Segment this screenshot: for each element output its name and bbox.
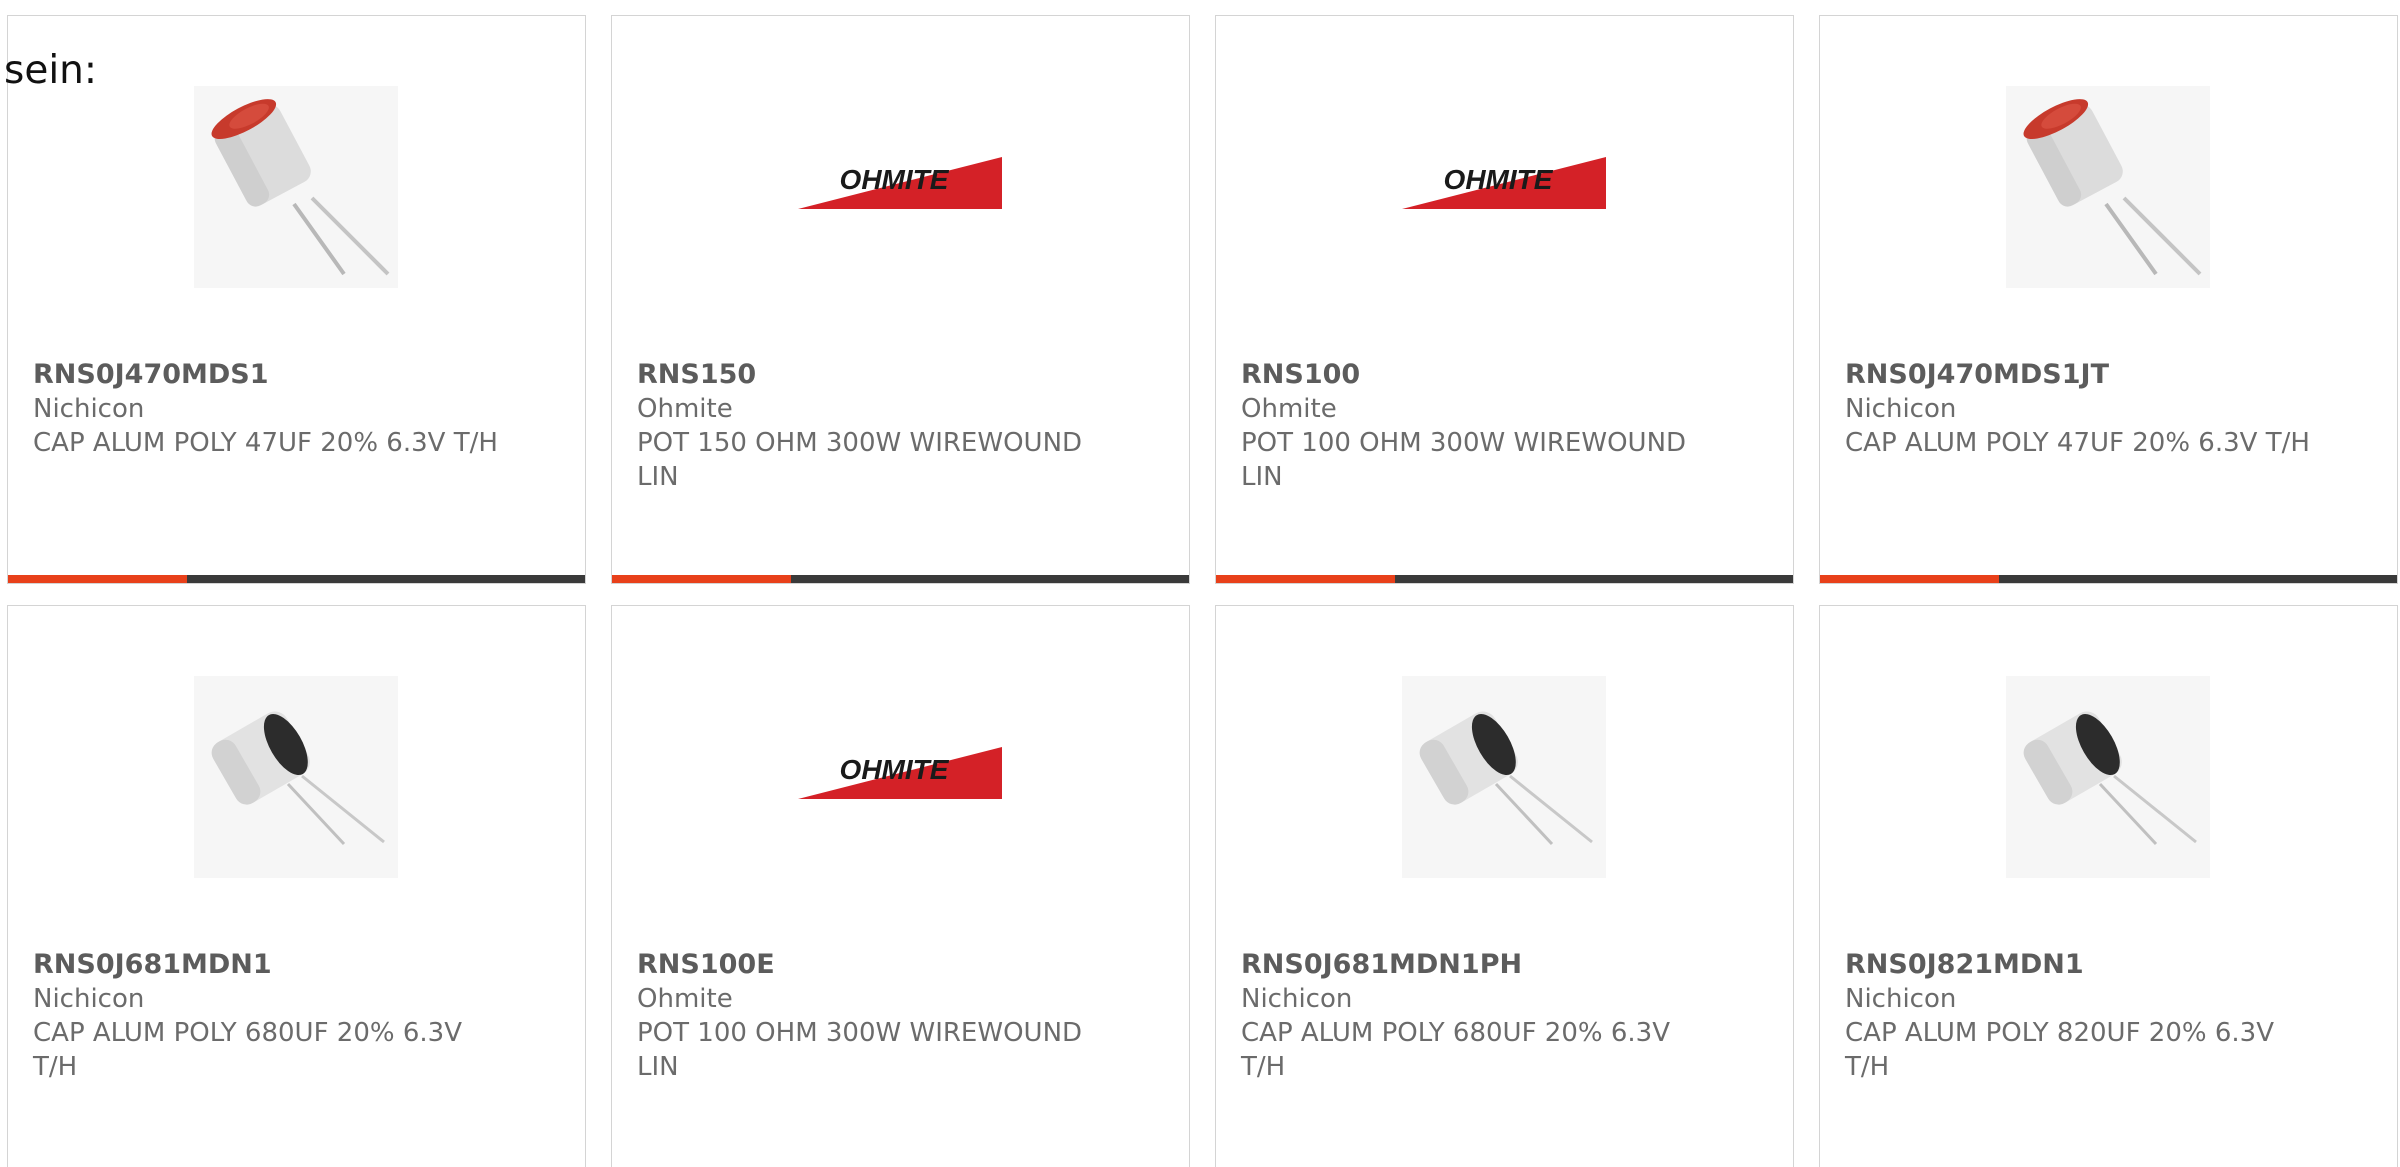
manufacturer: Nichicon	[1845, 394, 1957, 424]
capacitor-tall-photo-icon	[194, 86, 398, 288]
ohmite-logo-icon: OHMITE	[1402, 157, 1606, 209]
product-image[interactable]: OHMITE	[1402, 86, 1606, 288]
ohmite-logo-icon: OHMITE	[798, 747, 1002, 799]
product-card[interactable]: OHMITE RNS100 Ohmite POT 100 OHM 300W WI…	[1215, 15, 1794, 584]
description: POT 100 OHM 300W WIREWOUND LIN	[637, 1018, 1083, 1082]
capacitor-short-photo-icon	[2006, 676, 2210, 878]
capacitor-short-photo-icon	[194, 676, 398, 878]
part-number[interactable]: RNS0J470MDS1JT	[1845, 359, 2109, 390]
product-card[interactable]: OHMITE RNS150 Ohmite POT 150 OHM 300W WI…	[611, 15, 1190, 584]
progress-fill	[1216, 575, 1395, 583]
progress-bar	[8, 575, 585, 583]
product-card[interactable]: RNS0J470MDS1 Nichicon CAP ALUM POLY 47UF…	[7, 15, 586, 584]
manufacturer: Nichicon	[33, 394, 145, 424]
product-info: RNS150 Ohmite POT 150 OHM 300W WIREWOUND…	[637, 358, 1157, 494]
part-number[interactable]: RNS0J681MDN1PH	[1241, 949, 1522, 980]
product-image[interactable]	[2006, 676, 2210, 878]
progress-bar	[1820, 575, 2397, 583]
product-grid: RNS0J470MDS1 Nichicon CAP ALUM POLY 47UF…	[7, 15, 2400, 1167]
manufacturer: Ohmite	[637, 984, 733, 1014]
manufacturer: Nichicon	[1241, 984, 1353, 1014]
product-info: RNS100E Ohmite POT 100 OHM 300W WIREWOUN…	[637, 948, 1157, 1084]
product-info: RNS0J821MDN1 Nichicon CAP ALUM POLY 820U…	[1845, 948, 2365, 1084]
part-number[interactable]: RNS100E	[637, 949, 775, 980]
part-number[interactable]: RNS100	[1241, 359, 1360, 390]
ohmite-logo-icon: OHMITE	[798, 157, 1002, 209]
manufacturer: Nichicon	[33, 984, 145, 1014]
progress-fill	[612, 575, 791, 583]
description: CAP ALUM POLY 820UF 20% 6.3V T/H	[1845, 1018, 2274, 1082]
svg-text:OHMITE: OHMITE	[1444, 164, 1554, 195]
progress-fill	[1820, 575, 1999, 583]
description: POT 100 OHM 300W WIREWOUND LIN	[1241, 428, 1687, 492]
product-image[interactable]	[1402, 676, 1606, 878]
manufacturer: Ohmite	[1241, 394, 1337, 424]
intro-text: sein:	[4, 48, 98, 93]
product-card[interactable]: RNS0J470MDS1JT Nichicon CAP ALUM POLY 47…	[1819, 15, 2398, 584]
manufacturer: Ohmite	[637, 394, 733, 424]
product-card[interactable]: RNS0J681MDN1 Nichicon CAP ALUM POLY 680U…	[7, 605, 586, 1167]
product-info: RNS100 Ohmite POT 100 OHM 300W WIREWOUND…	[1241, 358, 1761, 494]
progress-bar	[612, 575, 1189, 583]
product-image[interactable]	[194, 676, 398, 878]
svg-text:OHMITE: OHMITE	[840, 164, 950, 195]
description: CAP ALUM POLY 680UF 20% 6.3V T/H	[33, 1018, 462, 1082]
product-image[interactable]: OHMITE	[798, 676, 1002, 878]
manufacturer: Nichicon	[1845, 984, 1957, 1014]
progress-fill	[8, 575, 187, 583]
product-image[interactable]	[194, 86, 398, 288]
part-number[interactable]: RNS0J821MDN1	[1845, 949, 2084, 980]
product-card[interactable]: RNS0J681MDN1PH Nichicon CAP ALUM POLY 68…	[1215, 605, 1794, 1167]
description: CAP ALUM POLY 47UF 20% 6.3V T/H	[33, 428, 498, 458]
part-number[interactable]: RNS150	[637, 359, 756, 390]
product-info: RNS0J470MDS1JT Nichicon CAP ALUM POLY 47…	[1845, 358, 2365, 460]
capacitor-tall-photo-icon	[2006, 86, 2210, 288]
part-number[interactable]: RNS0J681MDN1	[33, 949, 272, 980]
product-card[interactable]: RNS0J821MDN1 Nichicon CAP ALUM POLY 820U…	[1819, 605, 2398, 1167]
product-info: RNS0J470MDS1 Nichicon CAP ALUM POLY 47UF…	[33, 358, 553, 460]
product-image[interactable]: OHMITE	[798, 86, 1002, 288]
description: CAP ALUM POLY 47UF 20% 6.3V T/H	[1845, 428, 2310, 458]
product-card[interactable]: OHMITE RNS100E Ohmite POT 100 OHM 300W W…	[611, 605, 1190, 1167]
part-number[interactable]: RNS0J470MDS1	[33, 359, 269, 390]
progress-bar	[1216, 575, 1793, 583]
description: POT 150 OHM 300W WIREWOUND LIN	[637, 428, 1083, 492]
description: CAP ALUM POLY 680UF 20% 6.3V T/H	[1241, 1018, 1670, 1082]
product-info: RNS0J681MDN1 Nichicon CAP ALUM POLY 680U…	[33, 948, 553, 1084]
product-info: RNS0J681MDN1PH Nichicon CAP ALUM POLY 68…	[1241, 948, 1761, 1084]
product-image[interactable]	[2006, 86, 2210, 288]
product-grid-page: sein: RNS0J470MDS1 Nichicon CAP ALUM POL…	[0, 0, 2400, 1167]
capacitor-short-photo-icon	[1402, 676, 1606, 878]
svg-text:OHMITE: OHMITE	[840, 754, 950, 785]
